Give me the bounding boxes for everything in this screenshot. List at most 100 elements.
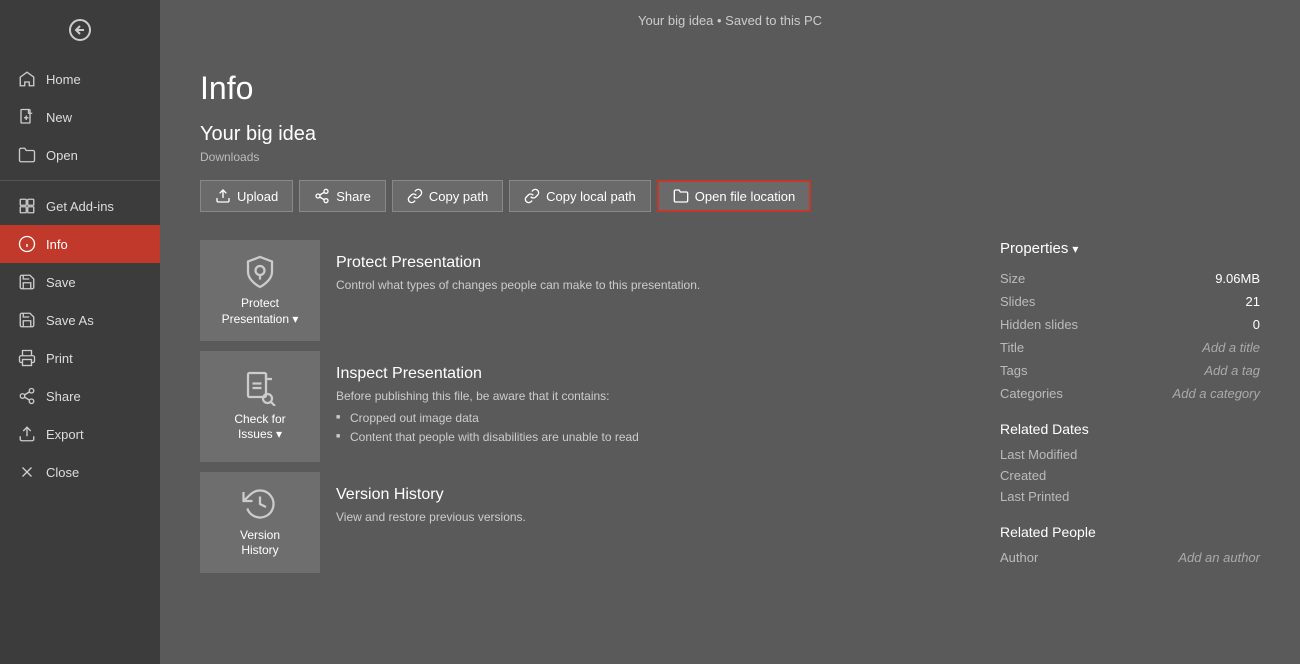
document-name: Your big idea	[200, 123, 1260, 146]
bullet-item: Content that people with disabilities ar…	[336, 428, 944, 447]
prop-row-title: Title Add a title	[1000, 340, 1260, 355]
sidebar-item-get-add-ins[interactable]: Get Add-ins	[0, 187, 160, 225]
inspect-card-bullets: Cropped out image data Content that peop…	[336, 409, 944, 447]
sidebar-item-export[interactable]: Export	[0, 415, 160, 453]
prop-categories-value[interactable]: Add a category	[1173, 386, 1260, 401]
prop-hidden-slides-label: Hidden slides	[1000, 317, 1078, 332]
share-icon	[18, 387, 36, 405]
topbar: Your big idea • Saved to this PC	[160, 0, 1300, 40]
inspect-card: Check forIssues ▾ Inspect Presentation B…	[200, 351, 960, 461]
add-author-value[interactable]: Add an author	[1178, 550, 1260, 565]
sidebar-item-save[interactable]: Save	[0, 263, 160, 301]
prop-tags-value[interactable]: Add a tag	[1204, 363, 1260, 378]
sidebar-item-info[interactable]: Info	[0, 225, 160, 263]
upload-button[interactable]: Upload	[200, 180, 293, 212]
related-people-heading: Related People	[1000, 524, 1260, 540]
sidebar-print-label: Print	[46, 351, 73, 366]
prop-categories-label: Categories	[1000, 386, 1063, 401]
copy-local-path-button[interactable]: Copy local path	[509, 180, 651, 212]
share-icon	[314, 188, 330, 204]
copy-path-button[interactable]: Copy path	[392, 180, 503, 212]
open-file-location-button[interactable]: Open file location	[657, 180, 811, 212]
page-title: Info	[200, 70, 1260, 107]
prop-row-categories: Categories Add a category	[1000, 386, 1260, 401]
prop-row-hidden-slides: Hidden slides 0	[1000, 317, 1260, 332]
prop-row-tags: Tags Add a tag	[1000, 363, 1260, 378]
prop-title-value[interactable]: Add a title	[1202, 340, 1260, 355]
back-button[interactable]	[0, 0, 160, 60]
version-card: VersionHistory Version History View and …	[200, 472, 960, 573]
protect-card-desc: Control what types of changes people can…	[336, 278, 944, 292]
sidebar-info-label: Info	[46, 237, 68, 252]
copy-path-icon	[407, 188, 423, 204]
properties-title-text: Properties	[1000, 240, 1068, 257]
related-dates-last-modified: Last Modified	[1000, 447, 1260, 462]
protect-card-label: ProtectPresentation ▾	[222, 296, 299, 327]
sidebar-export-label: Export	[46, 427, 84, 442]
related-dates-created: Created	[1000, 468, 1260, 483]
version-card-title: Version History	[336, 486, 944, 504]
open-file-location-icon	[673, 188, 689, 204]
sidebar: Home New Open Get Add-ins In	[0, 0, 160, 664]
prop-size-value: 9.06MB	[1215, 271, 1260, 286]
upload-icon	[215, 188, 231, 204]
prop-row-slides: Slides 21	[1000, 294, 1260, 309]
inspect-icon	[242, 370, 278, 406]
info-area: ProtectPresentation ▾ Protect Presentati…	[200, 240, 1260, 573]
sidebar-item-open[interactable]: Open	[0, 136, 160, 174]
sidebar-home-label: Home	[46, 72, 81, 87]
prop-row-size: Size 9.06MB	[1000, 271, 1260, 286]
prop-size-label: Size	[1000, 271, 1025, 286]
topbar-text: Your big idea • Saved to this PC	[638, 13, 822, 28]
prop-slides-value: 21	[1246, 294, 1260, 309]
protect-icon	[242, 254, 278, 290]
sidebar-item-print[interactable]: Print	[0, 339, 160, 377]
version-card-desc: View and restore previous versions.	[336, 510, 944, 524]
copy-local-path-icon	[524, 188, 540, 204]
sidebar-item-new[interactable]: New	[0, 98, 160, 136]
version-icon	[242, 486, 278, 522]
related-dates-last-printed: Last Printed	[1000, 489, 1260, 504]
sidebar-item-share[interactable]: Share	[0, 377, 160, 415]
protect-card: ProtectPresentation ▾ Protect Presentati…	[200, 240, 960, 341]
inspect-card-content: Inspect Presentation Before publishing t…	[320, 351, 960, 461]
protect-card-title: Protect Presentation	[336, 254, 944, 272]
version-card-content: Version History View and restore previou…	[320, 472, 960, 573]
prop-title-label: Title	[1000, 340, 1024, 355]
save-as-icon	[18, 311, 36, 329]
sidebar-item-save-as[interactable]: Save As	[0, 301, 160, 339]
new-icon	[18, 108, 36, 126]
inspect-card-icon-box[interactable]: Check forIssues ▾	[200, 351, 320, 461]
prop-hidden-slides-value: 0	[1253, 317, 1260, 332]
sidebar-close-label: Close	[46, 465, 79, 480]
protect-card-icon-box[interactable]: ProtectPresentation ▾	[200, 240, 320, 341]
share-button[interactable]: Share	[299, 180, 386, 212]
close-icon	[18, 463, 36, 481]
info-icon	[18, 235, 36, 253]
sidebar-new-label: New	[46, 110, 72, 125]
home-icon	[18, 70, 36, 88]
protect-card-content: Protect Presentation Control what types …	[320, 240, 960, 341]
share-label: Share	[336, 189, 371, 204]
bullet-item: Cropped out image data	[336, 409, 944, 428]
sidebar-divider	[0, 180, 160, 181]
inspect-card-title: Inspect Presentation	[336, 365, 944, 383]
sidebar-save-label: Save	[46, 275, 76, 290]
sidebar-addins-label: Get Add-ins	[46, 199, 114, 214]
document-path: Downloads	[200, 150, 1260, 164]
add-ins-icon	[18, 197, 36, 215]
related-dates-heading: Related Dates	[1000, 421, 1260, 437]
inspect-card-desc: Before publishing this file, be aware th…	[336, 389, 944, 403]
toolbar: Upload Share Copy path Copy l	[200, 180, 1260, 212]
properties-panel: Properties ▾ Size 9.06MB Slides 21 Hidde…	[1000, 240, 1260, 573]
sidebar-share-label: Share	[46, 389, 81, 404]
properties-title[interactable]: Properties ▾	[1000, 240, 1260, 257]
sidebar-item-home[interactable]: Home	[0, 60, 160, 98]
version-card-icon-box[interactable]: VersionHistory	[200, 472, 320, 573]
open-icon	[18, 146, 36, 164]
sidebar-item-close[interactable]: Close	[0, 453, 160, 491]
upload-label: Upload	[237, 189, 278, 204]
prop-tags-label: Tags	[1000, 363, 1027, 378]
copy-path-label: Copy path	[429, 189, 488, 204]
inspect-card-label: Check forIssues ▾	[234, 412, 285, 443]
